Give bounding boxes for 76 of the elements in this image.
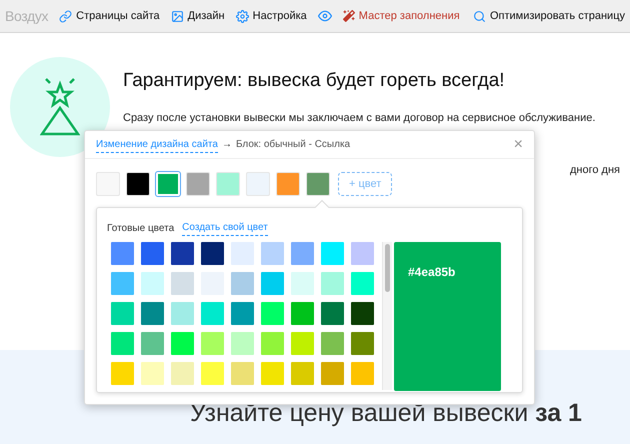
palette-color[interactable] [231, 242, 254, 265]
palette-color[interactable] [321, 242, 344, 265]
palette-color[interactable] [351, 332, 374, 355]
create-color-link[interactable]: Создать свой цвет [182, 220, 268, 236]
close-button[interactable]: × [514, 136, 523, 152]
palette-color[interactable] [261, 242, 284, 265]
palette-color[interactable] [321, 332, 344, 355]
palette-color[interactable] [231, 302, 254, 325]
palette-color[interactable] [111, 302, 134, 325]
palette-color[interactable] [291, 242, 314, 265]
palette-color[interactable] [141, 302, 164, 325]
color-swatch[interactable] [216, 172, 240, 196]
preview-button[interactable] [318, 9, 332, 23]
hex-value: #4ea85b [408, 265, 456, 279]
palette-color[interactable] [321, 272, 344, 295]
color-swatch[interactable] [126, 172, 150, 196]
nav-link[interactable]: Настройка [236, 8, 307, 24]
optimize-link[interactable]: Оптимизировать страницу [472, 8, 625, 24]
palette-color[interactable] [351, 302, 374, 325]
palette-color[interactable] [321, 362, 344, 385]
color-swatch[interactable] [186, 172, 210, 196]
wand-icon [342, 10, 355, 22]
palette-color[interactable] [201, 332, 224, 355]
star-sign-icon [40, 78, 80, 136]
palette-color[interactable] [111, 362, 134, 385]
breadcrumb-arrow: → [222, 138, 232, 152]
palette-tab[interactable]: Готовые цвета [107, 220, 174, 236]
palette-color[interactable] [231, 362, 254, 385]
palette-color[interactable] [171, 302, 194, 325]
nav-link[interactable]: Дизайн [170, 8, 225, 24]
palette-color[interactable] [351, 242, 374, 265]
palette-color[interactable] [111, 272, 134, 295]
settings-icon [236, 10, 249, 22]
palette-color[interactable] [171, 362, 194, 385]
palette-color[interactable] [321, 302, 344, 325]
palette-color[interactable] [351, 272, 374, 295]
palette-color[interactable] [201, 362, 224, 385]
palette-color[interactable] [141, 242, 164, 265]
hero-paragraph: Сразу после установки вывески мы заключаем с вами договор на сервисное обслуживание. [123, 110, 596, 126]
palette-color[interactable] [291, 332, 314, 355]
palette-color[interactable] [291, 272, 314, 295]
palette-color[interactable] [111, 242, 134, 265]
palette-color[interactable] [201, 242, 224, 265]
palette-color[interactable] [141, 332, 164, 355]
palette-color[interactable] [261, 272, 284, 295]
palette-color[interactable] [231, 272, 254, 295]
palette-color[interactable] [141, 362, 164, 385]
color-swatch[interactable] [246, 172, 270, 196]
palette-color[interactable] [111, 332, 134, 355]
breadcrumb-text: Блок: обычный - Ссылка [236, 138, 350, 152]
nav-link[interactable]: Мастер заполнения [342, 8, 460, 24]
palette-color[interactable] [201, 302, 224, 325]
scrollbar-thumb[interactable] [385, 244, 390, 292]
hero-title: Гарантируем: вывеска будет гореть всегда! [123, 69, 506, 93]
palette-color[interactable] [171, 272, 194, 295]
link-icon [59, 10, 72, 22]
hero-paragraph-fragment: дного дня [570, 163, 620, 178]
breadcrumb-link[interactable]: Изменение дизайна сайта [96, 136, 218, 152]
palette-color[interactable] [261, 302, 284, 325]
palette-color[interactable] [171, 242, 194, 265]
nav-link[interactable]: Страницы сайта [59, 8, 160, 24]
search-icon [472, 10, 486, 22]
eye-icon [318, 9, 332, 23]
image-icon [170, 10, 184, 22]
palette-color[interactable] [261, 362, 284, 385]
palette-color[interactable] [291, 362, 314, 385]
palette-color[interactable] [261, 332, 284, 355]
palette-color[interactable] [171, 332, 194, 355]
color-swatch[interactable] [96, 172, 120, 196]
color-swatch[interactable] [276, 172, 300, 196]
palette-color[interactable] [231, 332, 254, 355]
palette-color[interactable] [351, 362, 374, 385]
color-swatch[interactable] [306, 172, 330, 196]
cta-heading: Узнайте цену вашей вывески за 1 [190, 398, 582, 428]
palette-color[interactable] [141, 272, 164, 295]
palette-color[interactable] [291, 302, 314, 325]
